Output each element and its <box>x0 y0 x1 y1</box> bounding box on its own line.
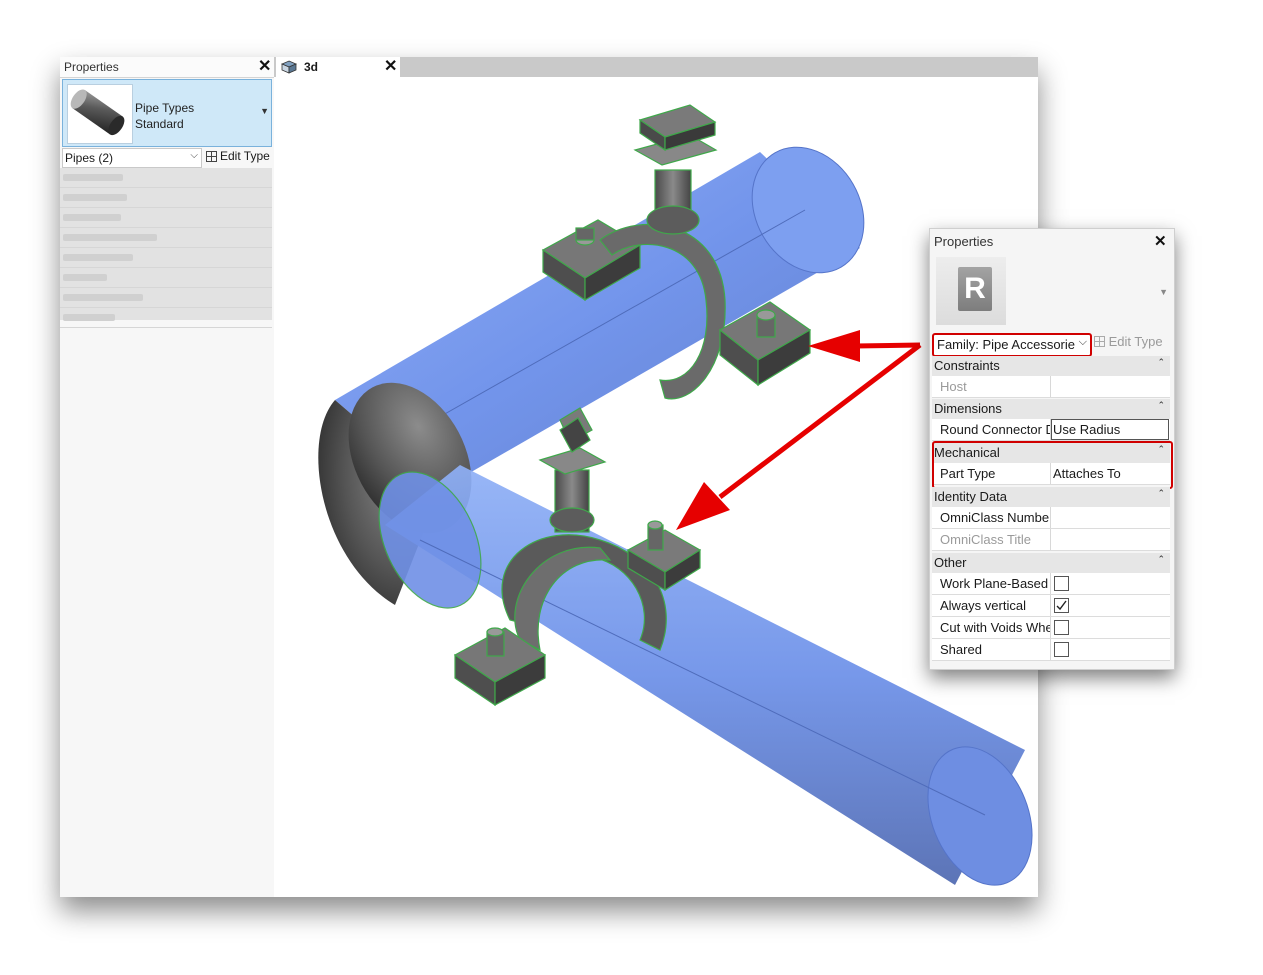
mechanical-highlight-box <box>932 441 1173 489</box>
row-round-connector: Round Connector Dimension Use Radius <box>932 419 1170 441</box>
revit-logo-icon: R <box>958 267 992 311</box>
group-label: Constraints <box>934 358 1000 373</box>
collapse-icon[interactable]: ⌃ <box>1157 400 1165 411</box>
row-label: Always vertical <box>940 598 1026 613</box>
family-thumbnail: R <box>936 257 1006 325</box>
work-plane-checkbox[interactable] <box>1054 576 1069 591</box>
properties-title: Properties <box>934 234 994 249</box>
row-omniclass-title: OmniClass Title <box>932 529 1170 551</box>
group-constraints[interactable]: Constraints ⌃ <box>932 356 1170 376</box>
family-dropdown-value: Family: Pipe Accessories <box>937 337 1075 352</box>
checkmark-icon <box>1056 600 1067 611</box>
group-label: Other <box>934 555 967 570</box>
row-label: Round Connector Dimension <box>940 422 1050 437</box>
edit-type-icon <box>1094 336 1105 347</box>
dropdown-arrow-icon[interactable]: ▼ <box>1159 287 1168 297</box>
close-icon[interactable]: ✕ <box>1154 232 1167 252</box>
row-label: OmniClass Title <box>940 532 1032 547</box>
row-omniclass-number[interactable]: OmniClass Number <box>932 507 1170 529</box>
row-cut-with-voids: Cut with Voids When Loaded <box>932 617 1170 639</box>
row-work-plane-based: Work Plane-Based <box>932 573 1170 595</box>
always-vertical-checkbox[interactable] <box>1054 598 1069 613</box>
row-label: Host <box>940 379 967 394</box>
row-always-vertical: Always vertical <box>932 595 1170 617</box>
shared-checkbox[interactable] <box>1054 642 1069 657</box>
row-shared: Shared <box>932 639 1170 661</box>
edit-type-button[interactable]: Edit Type <box>1094 334 1163 349</box>
round-connector-input[interactable]: Use Radius <box>1051 419 1169 440</box>
row-label: OmniClass Number <box>940 510 1050 525</box>
row-label: Work Plane-Based <box>940 576 1049 591</box>
group-identity-data[interactable]: Identity Data ⌃ <box>932 487 1170 507</box>
edit-type-label: Edit Type <box>1108 334 1163 349</box>
row-label: Cut with Voids When Loaded <box>940 620 1050 635</box>
group-other[interactable]: Other ⌃ <box>932 553 1170 573</box>
collapse-icon[interactable]: ⌃ <box>1157 554 1165 565</box>
row-host: Host <box>932 376 1170 398</box>
collapse-icon[interactable]: ⌃ <box>1157 488 1165 499</box>
group-dimensions[interactable]: Dimensions ⌃ <box>932 399 1170 419</box>
floating-properties-panel: Properties ✕ R ▼ Family: Pipe Accessorie… <box>929 228 1175 670</box>
chevron-down-icon: ⌵ <box>1078 336 1087 348</box>
cut-with-voids-checkbox[interactable] <box>1054 620 1069 635</box>
family-dropdown[interactable]: Family: Pipe Accessories ⌵ <box>932 333 1092 357</box>
row-value: Use Radius <box>1053 422 1121 437</box>
group-label: Identity Data <box>934 489 1007 504</box>
group-label: Dimensions <box>934 401 1002 416</box>
collapse-icon[interactable]: ⌃ <box>1157 357 1165 368</box>
row-label: Shared <box>940 642 982 657</box>
